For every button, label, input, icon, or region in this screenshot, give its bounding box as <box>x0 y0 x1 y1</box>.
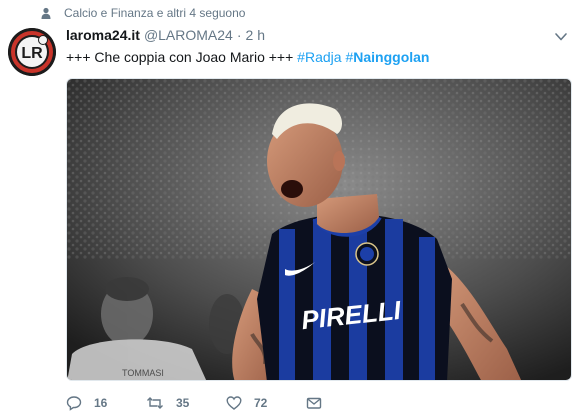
reply-button[interactable]: 16 <box>66 394 107 412</box>
like-button[interactable]: 72 <box>226 394 267 412</box>
hashtag-word: Nainggolan <box>353 49 430 65</box>
author-name[interactable]: laroma24.it <box>66 27 140 43</box>
background-shirt-text: TOMMASI <box>122 368 164 378</box>
more-options-chevron-down-icon[interactable] <box>554 30 568 42</box>
tweet-header: laroma24.it @LAROMA24 · 2 h <box>66 27 265 45</box>
author-handle[interactable]: @LAROMA24 <box>144 27 233 43</box>
envelope-icon <box>306 397 322 409</box>
retweet-count: 35 <box>176 396 190 410</box>
social-context-text: Calcio e Finanza e altri 4 seguono <box>64 6 246 20</box>
reply-count: 16 <box>94 396 108 410</box>
hashtag-symbol: # <box>297 49 305 65</box>
social-context[interactable]: Calcio e Finanza e altri 4 seguono <box>40 4 245 22</box>
retweet-button[interactable]: 35 <box>146 394 189 412</box>
avatar-text: LR <box>21 45 43 62</box>
tweet-text-main: +++ Che coppia con Joao Mario +++ <box>66 49 294 65</box>
hashtag-word: Radja <box>304 49 342 65</box>
direct-message-button[interactable] <box>306 394 322 412</box>
laroma24-logo: LR <box>8 28 56 76</box>
reply-icon <box>66 396 82 411</box>
tweet-media-image[interactable]: TOMMASI PIRELLI <box>66 78 572 381</box>
avatar[interactable]: LR <box>8 28 56 76</box>
person-icon <box>40 7 52 19</box>
hashtag-nainggolan[interactable]: #Nainggolan <box>345 49 429 65</box>
separator-dot: · <box>236 27 242 43</box>
like-count: 72 <box>254 396 268 410</box>
tweet-text: +++ Che coppia con Joao Mario +++ #Radja… <box>66 48 429 66</box>
hashtag-radja[interactable]: #Radja <box>297 49 341 65</box>
timestamp-link[interactable]: 2 h <box>246 27 265 43</box>
retweet-icon <box>147 397 163 409</box>
heart-icon <box>226 396 242 410</box>
